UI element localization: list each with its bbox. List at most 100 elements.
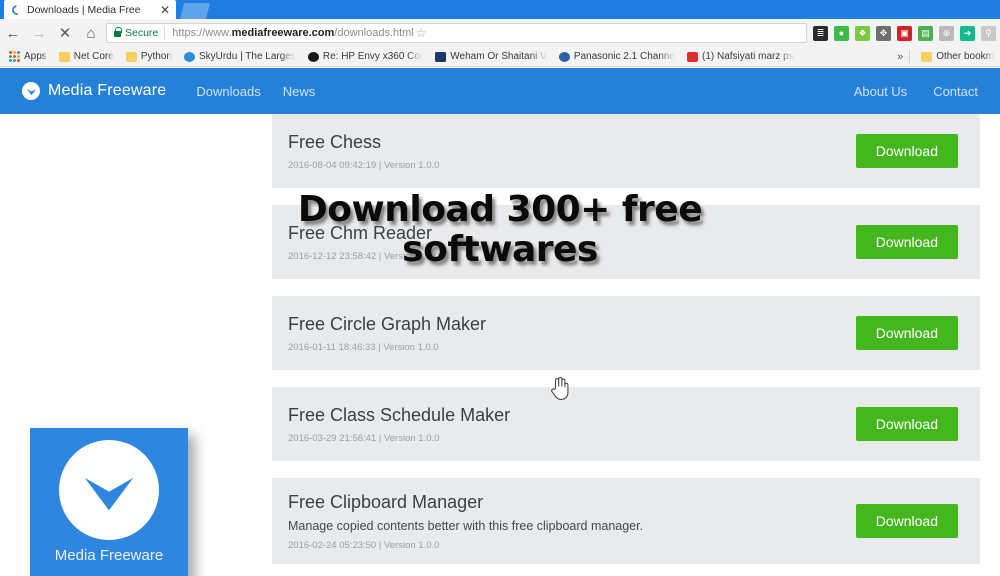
chevron-down-circle-logo bbox=[22, 82, 40, 100]
bookmark-item[interactable]: Python bbox=[121, 48, 177, 65]
omnibox-divider bbox=[164, 26, 166, 40]
download-row[interactable]: Free Clipboard Manager Manage copied con… bbox=[272, 478, 980, 564]
download-title: Free Clipboard Manager bbox=[288, 492, 484, 513]
hp-site-icon bbox=[307, 51, 319, 62]
bookmark-label: (1) Nafsiyati marz ps bbox=[702, 51, 794, 62]
download-info: Free Class Schedule Maker 2016-03-29 21:… bbox=[288, 404, 856, 445]
new-tab-button[interactable] bbox=[180, 3, 210, 19]
bookmark-item[interactable]: Panasonic 2.1 Channe bbox=[554, 48, 680, 65]
desktop-shortcut-label: Media Freeware bbox=[54, 547, 164, 564]
site-navigation-bar: Media Freeware Downloads News About Us C… bbox=[0, 68, 1000, 114]
url-host: mediafreeware.com bbox=[231, 27, 335, 39]
bookmark-item[interactable]: SkyUrdu | The Larges bbox=[179, 48, 301, 65]
green-archive-icon[interactable]: ▤ bbox=[918, 25, 933, 41]
bookmark-label: Weham Or Shaitani V bbox=[450, 51, 547, 62]
nav-link-about-us[interactable]: About Us bbox=[854, 84, 907, 99]
url-text: https://www.mediafreeware.com/downloads.… bbox=[172, 27, 414, 39]
download-meta: 2016-02-24 05:23:50 | Version 1.0.0 bbox=[288, 539, 440, 551]
download-info: Free Clipboard Manager Manage copied con… bbox=[288, 491, 856, 551]
bookmark-label: Panasonic 2.1 Channe bbox=[573, 51, 675, 62]
site-nav-right: About Us Contact bbox=[828, 84, 978, 99]
folder-icon bbox=[921, 51, 933, 62]
download-row[interactable]: Free Circle Graph Maker 2016-01-11 18:46… bbox=[272, 296, 980, 370]
download-title: Free Circle Graph Maker bbox=[288, 313, 487, 334]
download-meta: 2016-01-11 18:46:33 | Version 1.0.0 bbox=[288, 342, 439, 354]
chevron-down-circle-logo bbox=[59, 440, 159, 540]
crop-frame-icon[interactable]: ✥ bbox=[876, 25, 891, 41]
folder-icon bbox=[125, 51, 137, 62]
pointer-hand-cursor bbox=[551, 376, 569, 400]
bookmark-item[interactable]: Re: HP Envy x360 Cor bbox=[303, 48, 428, 65]
nav-link-downloads[interactable]: Downloads bbox=[196, 84, 260, 99]
bookmark-label: Python bbox=[140, 51, 172, 62]
forward-button[interactable]: → bbox=[26, 19, 52, 47]
bookmarks-overflow-area: » Other bookm bbox=[897, 48, 996, 65]
puzzle-piece-icon[interactable]: ❖ bbox=[855, 25, 870, 41]
bookmarks-bar: Apps Net Core Python SkyUrdu | The Large… bbox=[0, 47, 1000, 67]
download-button[interactable]: Download bbox=[855, 134, 958, 168]
nav-link-news[interactable]: News bbox=[283, 84, 316, 99]
download-row[interactable]: Free Chess 2016-08-04 09:42:19 | Version… bbox=[272, 114, 980, 188]
arrow-right-icon[interactable]: ➔ bbox=[960, 25, 975, 41]
lock-icon bbox=[114, 26, 122, 37]
skyurdu-site-icon bbox=[183, 51, 195, 62]
chevron-double-right-icon[interactable]: » bbox=[897, 51, 903, 63]
download-title: Free Class Schedule Maker bbox=[288, 404, 511, 425]
close-icon[interactable]: ✕ bbox=[158, 4, 170, 16]
download-info: Free Circle Graph Maker 2016-01-11 18:46… bbox=[288, 313, 856, 354]
download-button[interactable]: Download bbox=[855, 504, 958, 538]
red-square-icon[interactable]: ▣ bbox=[897, 25, 912, 41]
shield-drop-icon[interactable]: ● bbox=[834, 25, 849, 41]
download-meta: 2016-12-12 23:58:42 | Version 1.0.0 bbox=[288, 251, 440, 263]
bookmarks-divider bbox=[909, 50, 911, 63]
download-list: Free Chess 2016-08-04 09:42:19 | Version… bbox=[272, 114, 980, 564]
home-button[interactable]: ⌂ bbox=[78, 19, 104, 47]
extension-tray: ≣ ● ❖ ✥ ▣ ▤ ⊕ ➔ ⚲ bbox=[813, 25, 1000, 41]
browser-toolbar: ← → ✕ ⌂ Secure https://www.mediafreeware… bbox=[0, 19, 1000, 47]
address-bar[interactable]: Secure https://www.mediafreeware.com/dow… bbox=[106, 23, 807, 43]
youtube-icon bbox=[687, 51, 698, 62]
download-title: Free Chess bbox=[288, 131, 382, 152]
site-brand[interactable]: Media Freeware bbox=[22, 82, 166, 100]
person-icon[interactable]: ⚲ bbox=[981, 25, 996, 41]
back-button[interactable]: ← bbox=[0, 19, 26, 47]
download-row[interactable]: Free Chm Reader 2016-12-12 23:58:42 | Ve… bbox=[272, 205, 980, 279]
bookmark-label: Net Core bbox=[73, 51, 114, 62]
download-row[interactable]: Free Class Schedule Maker 2016-03-29 21:… bbox=[272, 387, 980, 461]
url-scheme: https://www. bbox=[172, 27, 232, 39]
download-meta: 2016-08-04 09:42:19 | Version 1.0.0 bbox=[288, 160, 440, 172]
download-button[interactable]: Download bbox=[855, 407, 958, 441]
folder-icon bbox=[58, 51, 70, 62]
bookmark-item[interactable]: (1) Nafsiyati marz ps bbox=[682, 48, 799, 65]
panasonic-site-icon bbox=[558, 51, 570, 62]
tab-title: Downloads | Media Free bbox=[27, 3, 141, 16]
download-title: Free Chm Reader bbox=[288, 222, 433, 243]
browser-tab-active[interactable]: Downloads | Media Free ✕ bbox=[4, 0, 176, 19]
stop-button[interactable]: ✕ bbox=[52, 19, 78, 47]
database-icon[interactable]: ≣ bbox=[813, 25, 828, 41]
nav-link-contact[interactable]: Contact bbox=[933, 84, 978, 99]
url-path: /downloads.html bbox=[334, 27, 414, 39]
bookmark-label: Apps bbox=[24, 51, 47, 62]
bookmark-label: SkyUrdu | The Larges bbox=[198, 51, 296, 62]
security-label: Secure bbox=[125, 27, 159, 39]
bookmark-star-icon[interactable]: ☆ bbox=[414, 26, 431, 40]
bookmark-item[interactable]: Weham Or Shaitani V bbox=[430, 48, 552, 65]
desktop-shortcut-tile[interactable]: Media Freeware bbox=[30, 428, 188, 576]
site-brand-name: Media Freeware bbox=[48, 82, 167, 99]
other-bookmarks-button[interactable]: Other bookm bbox=[916, 48, 994, 65]
apps-grid-icon bbox=[9, 51, 20, 62]
download-info: Free Chm Reader 2016-12-12 23:58:42 | Ve… bbox=[288, 222, 856, 263]
other-bookmarks-label: Other bookm bbox=[936, 51, 994, 62]
globe-icon[interactable]: ⊕ bbox=[939, 25, 954, 41]
bookmark-item[interactable]: Net Core bbox=[54, 48, 119, 65]
bookmark-apps[interactable]: Apps bbox=[4, 48, 52, 65]
loading-spinner-icon bbox=[10, 2, 24, 17]
page-right-gutter bbox=[980, 114, 1000, 576]
browser-tab-strip: Downloads | Media Free ✕ bbox=[0, 0, 1000, 19]
download-button[interactable]: Download bbox=[855, 316, 958, 350]
bookmark-label: Re: HP Envy x360 Cor bbox=[322, 51, 424, 62]
download-meta: 2016-03-29 21:56:41 | Version 1.0.0 bbox=[288, 433, 440, 445]
download-info: Free Chess 2016-08-04 09:42:19 | Version… bbox=[288, 131, 856, 172]
download-button[interactable]: Download bbox=[855, 225, 958, 259]
